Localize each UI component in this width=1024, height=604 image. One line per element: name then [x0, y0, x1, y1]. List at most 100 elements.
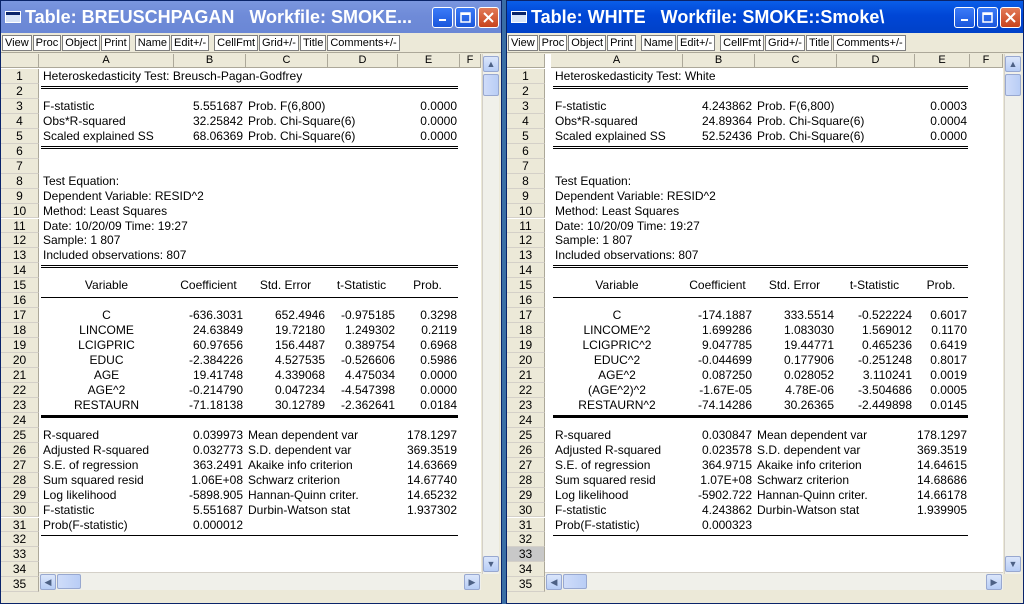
table-cell[interactable]: 0.0000: [398, 114, 457, 129]
table-cell[interactable]: Heteroskedasticity Test: White: [555, 69, 716, 84]
table-cell[interactable]: (AGE^2)^2: [551, 383, 683, 398]
column-header-f[interactable]: F: [460, 54, 481, 68]
table-cell[interactable]: 0.0000: [915, 129, 967, 144]
minimize-button[interactable]: [954, 6, 975, 28]
table-cell[interactable]: 4.243862: [683, 503, 752, 518]
toolbar-grid-button[interactable]: Grid+/-: [765, 34, 805, 51]
table-cell[interactable]: Sum squared resid: [555, 473, 656, 488]
table-cell[interactable]: 0.0000: [398, 368, 457, 383]
table-cell[interactable]: 24.89364: [683, 114, 752, 129]
table-cell[interactable]: 4.475034: [328, 368, 395, 383]
row-header[interactable]: 16: [1, 293, 39, 309]
table-cell[interactable]: 0.0003: [915, 99, 967, 114]
table-cell[interactable]: Hannan-Quinn criter.: [757, 488, 868, 503]
table-cell[interactable]: Mean dependent var: [757, 428, 867, 443]
table-cell[interactable]: 0.039973: [174, 428, 243, 443]
table-cell[interactable]: S.D. dependent var: [757, 443, 860, 458]
column-header-c[interactable]: C: [246, 54, 328, 68]
row-header[interactable]: 32: [507, 532, 545, 548]
table-cell[interactable]: EDUC^2: [551, 353, 683, 368]
row-header[interactable]: 14: [1, 263, 39, 279]
row-header[interactable]: 22: [507, 382, 545, 398]
horizontal-scrollbar[interactable]: ◀ ▶: [39, 572, 481, 590]
table-cell[interactable]: LINCOME^2: [551, 323, 683, 338]
table-cell[interactable]: Coefficient: [683, 278, 752, 293]
close-button[interactable]: [478, 6, 499, 28]
row-header[interactable]: 1: [507, 69, 545, 84]
row-header[interactable]: 27: [507, 457, 545, 473]
table-cell[interactable]: Std. Error: [755, 278, 834, 293]
table-cell[interactable]: 9.047785: [683, 338, 752, 353]
table-cell[interactable]: 4.527535: [246, 353, 325, 368]
table-cell[interactable]: Std. Error: [246, 278, 325, 293]
table-cell[interactable]: LCIGPRIC^2: [551, 338, 683, 353]
table-cell[interactable]: -2.384226: [174, 353, 243, 368]
table-cell[interactable]: S.D. dependent var: [248, 443, 351, 458]
table-cell[interactable]: Heteroskedasticity Test: Breusch-Pagan-G…: [43, 69, 302, 84]
row-header[interactable]: 11: [507, 218, 545, 234]
table-cell[interactable]: S.E. of regression: [43, 458, 138, 473]
toolbar-title-button[interactable]: Title: [299, 34, 327, 51]
table-cell[interactable]: Obs*R-squared: [43, 114, 126, 129]
table-cell[interactable]: 14.65232: [398, 488, 457, 503]
table-cell[interactable]: 1.939905: [915, 503, 967, 518]
table-cell[interactable]: Date: 10/20/09 Time: 19:27: [555, 219, 700, 234]
table-cell[interactable]: -74.14286: [683, 398, 752, 413]
toolbar-cellfmt-button[interactable]: CellFmt: [720, 34, 765, 51]
table-cell[interactable]: R-squared: [43, 428, 99, 443]
row-header[interactable]: 32: [1, 532, 39, 548]
row-header[interactable]: 26: [1, 442, 39, 458]
table-cell[interactable]: 0.028052: [755, 368, 834, 383]
table-cell[interactable]: -5898.905: [174, 488, 243, 503]
table-cell[interactable]: 0.0019: [915, 368, 967, 383]
row-header[interactable]: 13: [507, 248, 545, 264]
table-cell[interactable]: LINCOME: [39, 323, 174, 338]
table-cell[interactable]: Adjusted R-squared: [43, 443, 149, 458]
toolbar-name-button[interactable]: Name: [134, 34, 171, 51]
column-header-b[interactable]: B: [174, 54, 246, 68]
table-cell[interactable]: 0.6968: [398, 338, 457, 353]
table-cell[interactable]: Sum squared resid: [43, 473, 144, 488]
table-cell[interactable]: 1.249302: [328, 323, 395, 338]
row-header[interactable]: 12: [1, 233, 39, 249]
table-cell[interactable]: F-statistic: [555, 503, 606, 518]
row-header[interactable]: 10: [1, 203, 39, 219]
title-bar[interactable]: Table: WHITE Workfile: SMOKE::Smoke\: [507, 1, 1023, 33]
table-cell[interactable]: 369.3519: [915, 443, 967, 458]
table-cell[interactable]: Variable: [39, 278, 174, 293]
table-cell[interactable]: Prob. Chi-Square(6): [757, 114, 864, 129]
spreadsheet-grid[interactable]: A B C D E F 1 Heteroskedasticity Test: White 2 3 F…: [507, 54, 1003, 593]
white-table-window[interactable]: Table: WHITE Workfile: SMOKE::Smoke\ Vie…: [506, 0, 1024, 604]
table-cell[interactable]: Prob.: [915, 278, 967, 293]
maximize-button[interactable]: [455, 6, 476, 28]
table-cell[interactable]: Test Equation:: [43, 174, 119, 189]
minimize-button[interactable]: [432, 6, 453, 28]
row-header[interactable]: 9: [507, 188, 545, 204]
column-header-c[interactable]: C: [755, 54, 837, 68]
row-header[interactable]: 9: [1, 188, 39, 204]
toolbar-print-button[interactable]: Print: [101, 34, 130, 51]
scroll-up-arrow-icon[interactable]: ▲: [483, 56, 499, 72]
breuschpagan-table-window[interactable]: Table: BREUSCHPAGAN Workfile: SMOKE... V…: [0, 0, 502, 604]
toolbar-view-button[interactable]: View: [508, 34, 538, 51]
vertical-scroll-thumb[interactable]: [483, 74, 499, 96]
row-header[interactable]: 8: [507, 173, 545, 189]
table-cell[interactable]: -174.1887: [683, 308, 752, 323]
table-cell[interactable]: 14.66178: [915, 488, 967, 503]
table-cell[interactable]: -4.547398: [328, 383, 395, 398]
column-header-e[interactable]: E: [398, 54, 460, 68]
table-cell[interactable]: Test Equation:: [555, 174, 631, 189]
table-cell[interactable]: 0.177906: [755, 353, 834, 368]
table-cell[interactable]: Dependent Variable: RESID^2: [555, 189, 716, 204]
title-bar[interactable]: Table: BREUSCHPAGAN Workfile: SMOKE...: [1, 1, 501, 33]
row-header[interactable]: 19: [507, 338, 545, 354]
horizontal-scroll-thumb[interactable]: [57, 574, 81, 589]
table-cell[interactable]: Akaike info criterion: [248, 458, 353, 473]
toolbar-grid-button[interactable]: Grid+/-: [259, 34, 299, 51]
table-cell[interactable]: 30.26365: [755, 398, 834, 413]
row-header[interactable]: 14: [507, 263, 545, 279]
row-header[interactable]: 27: [1, 457, 39, 473]
toolbar-edit-button[interactable]: Edit+/-: [171, 34, 210, 51]
row-header[interactable]: 35: [1, 577, 39, 593]
row-header[interactable]: 25: [1, 427, 39, 443]
